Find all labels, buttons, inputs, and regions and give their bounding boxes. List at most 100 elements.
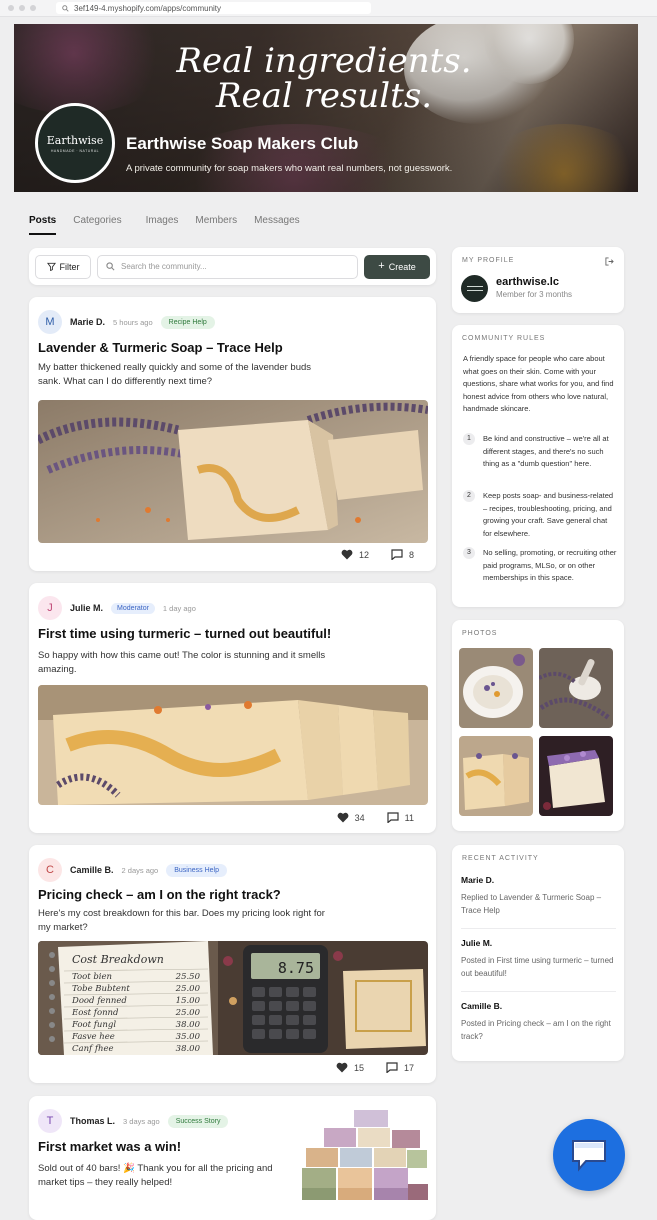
browser-bar: 3ef149-4.myshopify.com/apps/community xyxy=(0,0,657,17)
activity-item[interactable]: Marie D. Replied to Lavender & Turmeric … xyxy=(461,875,616,917)
like-button[interactable]: 15 xyxy=(336,1062,364,1073)
filter-icon xyxy=(46,262,56,271)
category-badge[interactable]: Success Story xyxy=(167,1114,229,1128)
post-header: J Julie M. Moderator 1 day ago xyxy=(38,596,196,620)
tab-members[interactable]: Members xyxy=(195,215,237,235)
post-image[interactable] xyxy=(38,685,428,805)
post-stats: 12 8 xyxy=(341,549,414,560)
club-logo[interactable]: Earthwise HANDMADE · NATURAL xyxy=(35,103,115,183)
like-count: 15 xyxy=(353,1062,364,1073)
activity-text[interactable]: Posted in Pricing check – am I on the ri… xyxy=(461,1017,616,1043)
activity-heading: RECENT ACTIVITY xyxy=(462,855,539,862)
photos-heading: PHOTOS xyxy=(462,630,498,637)
photo-thumbnail[interactable] xyxy=(459,736,533,816)
plus-icon: + xyxy=(378,260,385,272)
post-author[interactable]: Thomas L. xyxy=(70,1116,115,1126)
logout-icon[interactable] xyxy=(605,257,614,266)
comment-count: 17 xyxy=(403,1062,414,1073)
tagline-line: Real ingredients. xyxy=(176,41,472,81)
search-icon xyxy=(62,4,69,12)
club-name: Earthwise Soap Makers Club xyxy=(126,134,359,153)
url-text: 3ef149-4.myshopify.com/apps/community xyxy=(74,3,222,13)
notebook-item: Tobe Bubtent xyxy=(72,984,130,994)
activity-text[interactable]: Replied to Lavender & Turmeric Soap – Tr… xyxy=(461,891,616,917)
post-card[interactable]: M Marie D. 5 hours ago Recipe Help Laven… xyxy=(29,297,436,571)
post-body: Sold out of 40 bars! 🎉 Thank you for all… xyxy=(38,1163,273,1188)
address-bar[interactable]: 3ef149-4.myshopify.com/apps/community xyxy=(56,2,371,14)
comment-button[interactable]: 17 xyxy=(386,1062,414,1073)
notebook-item: Dood fenned xyxy=(71,996,127,1006)
notebook-cost: 25.50 xyxy=(175,972,201,982)
post-author[interactable]: Julie M. xyxy=(70,603,103,613)
post-image[interactable]: Cost Breakdown Toot bien 25.50 Tobe Bubten… xyxy=(38,941,428,1055)
avatar[interactable]: T xyxy=(38,1109,62,1133)
heart-icon xyxy=(341,549,353,560)
post-title[interactable]: Lavender & Turmeric Soap – Trace Help xyxy=(38,340,283,355)
window-dot[interactable] xyxy=(30,5,36,11)
filter-button[interactable]: Filter xyxy=(35,254,91,279)
window-dot[interactable] xyxy=(8,5,14,11)
post-title[interactable]: First time using turmeric – turned out b… xyxy=(38,626,331,641)
filter-label: Filter xyxy=(59,261,80,272)
rule-text: No selling, promoting, or recruiting oth… xyxy=(483,548,617,582)
notebook-cost: 38.00 xyxy=(176,1020,201,1030)
rule-text: Keep posts soap- and business-related – … xyxy=(483,491,614,538)
window-dot[interactable] xyxy=(19,5,25,11)
activity-text[interactable]: Posted in First time using turmeric – tu… xyxy=(461,954,616,980)
post-title[interactable]: First market was a win! xyxy=(38,1139,181,1154)
post-card[interactable]: C Camille B. 2 days ago Business Help Pr… xyxy=(29,845,436,1083)
post-card[interactable]: T Thomas L. 3 days ago Success Story Fir… xyxy=(29,1096,436,1220)
post-author[interactable]: Camille B. xyxy=(70,865,114,875)
search-input[interactable]: Search the community... xyxy=(97,254,358,279)
activity-item[interactable]: Julie M. Posted in First time using turm… xyxy=(461,938,616,980)
comment-count: 11 xyxy=(404,812,414,823)
post-image[interactable] xyxy=(38,400,428,543)
notebook-item: Foot fungl xyxy=(71,1020,116,1030)
avatar[interactable]: J xyxy=(38,596,62,620)
create-post-button[interactable]: + Create xyxy=(364,254,430,279)
tab-messages[interactable]: Messages xyxy=(254,215,300,235)
tab-posts[interactable]: Posts xyxy=(29,215,57,235)
notebook-item: Eost fonnd xyxy=(71,1008,119,1018)
tab-images[interactable]: Images xyxy=(146,215,179,235)
post-card[interactable]: J Julie M. Moderator 1 day ago First tim… xyxy=(29,583,436,833)
calculator-display: 8.75 xyxy=(278,959,314,977)
photo-thumbnail[interactable] xyxy=(539,648,613,728)
profile-avatar[interactable] xyxy=(461,275,488,302)
avatar[interactable]: M xyxy=(38,310,62,334)
activity-user[interactable]: Camille B. xyxy=(461,1001,616,1011)
like-button[interactable]: 12 xyxy=(341,549,369,560)
photo-thumbnail[interactable] xyxy=(459,648,533,728)
comment-button[interactable]: 8 xyxy=(391,549,414,560)
activity-user[interactable]: Marie D. xyxy=(461,875,616,885)
post-body: So happy with how this came out! The col… xyxy=(38,650,326,675)
chat-button[interactable] xyxy=(553,1119,625,1191)
hero-tagline: Real ingredients. Real results. xyxy=(174,44,474,114)
post-thumbnail[interactable] xyxy=(294,1108,430,1204)
post-title[interactable]: Pricing check – am I on the right track? xyxy=(38,887,281,902)
activity-user[interactable]: Julie M. xyxy=(461,938,616,948)
rule-text: Be kind and constructive – we're all at … xyxy=(483,434,609,468)
notebook-title: Cost Breakdown xyxy=(72,953,164,966)
category-badge[interactable]: Recipe Help xyxy=(160,315,215,329)
tab-categories[interactable]: Categories xyxy=(73,215,121,235)
avatar[interactable]: C xyxy=(38,858,62,882)
club-description: A private community for soap makers who … xyxy=(126,163,453,174)
comment-icon xyxy=(386,1062,398,1073)
photos-card: PHOTOS xyxy=(452,620,624,831)
post-time: 5 hours ago xyxy=(113,317,153,327)
chat-bubble-icon xyxy=(572,1140,606,1172)
photo-thumbnail[interactable] xyxy=(539,736,613,816)
category-badge[interactable]: Business Help xyxy=(166,863,227,877)
profile-heading: MY PROFILE xyxy=(462,257,515,264)
activity-item[interactable]: Camille B. Posted in Pricing check – am … xyxy=(461,1001,616,1043)
comment-icon xyxy=(391,549,403,560)
profile-username[interactable]: earthwise.lc xyxy=(496,276,559,288)
comment-button[interactable]: 11 xyxy=(387,812,414,823)
like-button[interactable]: 34 xyxy=(337,812,365,823)
post-author[interactable]: Marie D. xyxy=(70,317,105,327)
profile-card: MY PROFILE earthwise.lc Member for 3 mon… xyxy=(452,247,624,313)
tagline-line: Real results. xyxy=(215,76,433,116)
post-time: 3 days ago xyxy=(123,1116,160,1126)
divider xyxy=(461,928,616,929)
